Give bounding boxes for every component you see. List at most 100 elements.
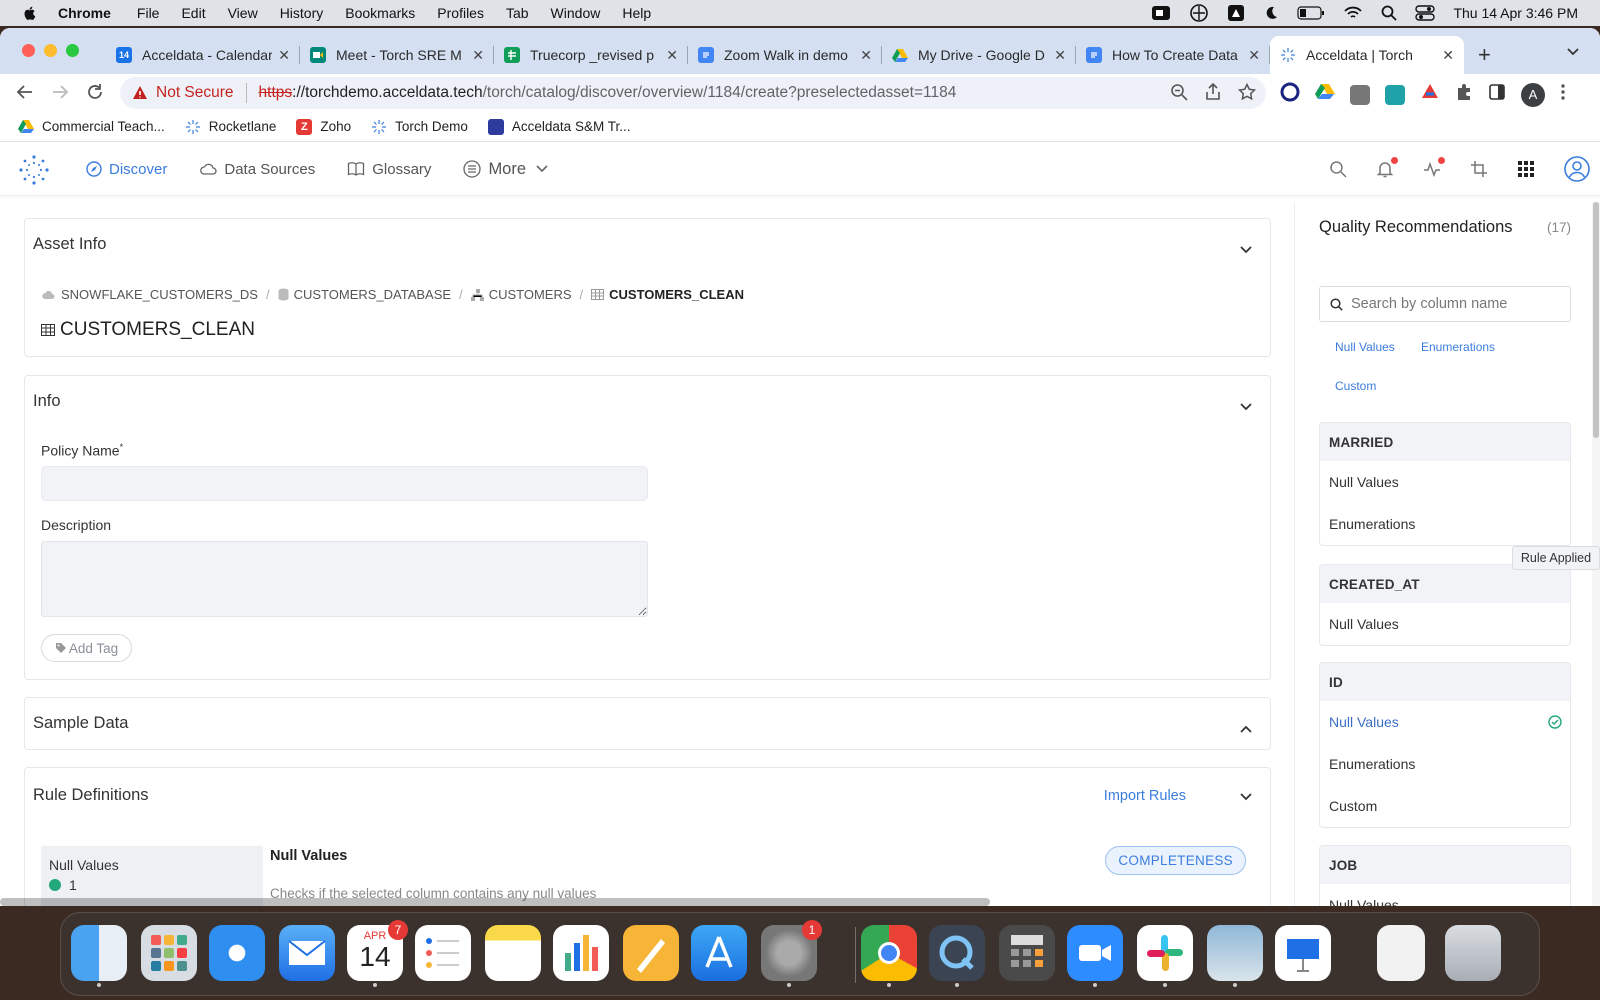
extension-arrow-icon[interactable] xyxy=(1420,82,1440,107)
browser-tab[interactable]: Truecorp _revised p ✕ xyxy=(494,36,688,74)
zoom-icon[interactable] xyxy=(1170,83,1188,106)
notes-icon[interactable] xyxy=(485,925,541,981)
browser-tab[interactable]: 14 Acceldata - Calendar ✕ xyxy=(106,36,300,74)
browser-tab[interactable]: How To Create Data ✕ xyxy=(1076,36,1270,74)
screen-record-icon[interactable] xyxy=(1151,4,1171,22)
wifi-icon[interactable] xyxy=(1343,5,1363,21)
close-tab-icon[interactable]: ✕ xyxy=(1442,47,1454,64)
slack-icon[interactable] xyxy=(1137,925,1193,981)
recommendation-item[interactable]: Null Values xyxy=(1320,603,1570,645)
apple-icon[interactable] xyxy=(22,5,38,21)
recommendation-item[interactable]: Enumerations xyxy=(1320,503,1570,545)
close-tab-icon[interactable]: ✕ xyxy=(278,47,290,64)
sample-data-title[interactable]: Sample Data xyxy=(33,714,128,733)
bookmark-item[interactable]: Rocketlane xyxy=(185,119,276,135)
search-icon[interactable] xyxy=(1329,160,1347,178)
share-icon[interactable] xyxy=(1204,82,1222,106)
user-avatar-icon[interactable] xyxy=(1564,156,1590,182)
filter-enumerations[interactable]: Enumerations xyxy=(1421,340,1495,354)
drive-status-icon[interactable] xyxy=(1227,4,1245,22)
torch-logo-icon[interactable] xyxy=(18,154,50,186)
focus-moon-icon[interactable] xyxy=(1263,5,1279,21)
trash-icon[interactable] xyxy=(1445,925,1501,981)
chrome-icon[interactable] xyxy=(861,925,917,981)
recommendation-item[interactable]: Null Values xyxy=(1320,884,1570,906)
asset-info-title[interactable]: Asset Info xyxy=(33,235,106,254)
vpn-icon[interactable] xyxy=(1189,3,1209,23)
reload-icon[interactable] xyxy=(86,83,104,106)
reminders-icon[interactable] xyxy=(415,925,471,981)
bookmark-item[interactable]: Commercial Teach... xyxy=(18,119,165,135)
drive-extension-icon[interactable] xyxy=(1315,83,1335,106)
side-panel-icon[interactable] xyxy=(1488,83,1506,106)
forward-arrow-icon[interactable] xyxy=(51,83,69,106)
recommendation-item[interactable]: Custom xyxy=(1320,785,1570,827)
menu-tab[interactable]: Tab xyxy=(506,5,529,21)
apps-grid-icon[interactable] xyxy=(1517,160,1535,178)
calculator-icon[interactable] xyxy=(999,925,1055,981)
close-tab-icon[interactable]: ✕ xyxy=(1248,47,1260,64)
menu-window[interactable]: Window xyxy=(551,5,601,21)
chevron-down-icon[interactable] xyxy=(1240,788,1252,806)
close-tab-icon[interactable]: ✕ xyxy=(472,47,484,64)
chevron-down-icon[interactable] xyxy=(1240,398,1252,416)
description-textarea[interactable] xyxy=(41,541,648,617)
extension-gray-icon[interactable] xyxy=(1350,84,1370,105)
bookmark-item[interactable]: Acceldata S&M Tr... xyxy=(487,118,630,135)
info-title[interactable]: Info xyxy=(33,392,61,411)
spotlight-search-icon[interactable] xyxy=(1381,5,1398,21)
chrome-menu-icon[interactable] xyxy=(1560,83,1566,106)
rule-list-item[interactable]: Null Values 1 xyxy=(41,846,263,906)
extension-teal-icon[interactable] xyxy=(1385,84,1405,105)
menu-help[interactable]: Help xyxy=(622,5,651,21)
browser-tab[interactable]: Meet - Torch SRE M ✕ xyxy=(300,36,494,74)
horizontal-scrollbar[interactable] xyxy=(0,898,990,906)
crumb-database[interactable]: CUSTOMERS_DATABASE xyxy=(278,287,451,302)
close-tab-icon[interactable]: ✕ xyxy=(666,47,678,64)
extensions-puzzle-icon[interactable] xyxy=(1455,83,1473,106)
recommendation-item-applied[interactable]: Null Values xyxy=(1320,701,1570,743)
tab-search-chevron-icon[interactable] xyxy=(1566,44,1580,62)
policy-name-input[interactable] xyxy=(41,466,648,501)
zoom-app-icon[interactable] xyxy=(1067,925,1123,981)
nav-data-sources[interactable]: Data Sources xyxy=(199,161,315,178)
extension-circle-icon[interactable] xyxy=(1280,82,1300,107)
add-tag-button[interactable]: Add Tag xyxy=(41,634,132,662)
menu-view[interactable]: View xyxy=(228,5,258,21)
browser-tab-active[interactable]: Acceldata | Torch ✕ xyxy=(1270,36,1464,74)
crop-icon[interactable] xyxy=(1470,160,1488,178)
close-tab-icon[interactable]: ✕ xyxy=(1054,47,1066,64)
keynote-icon[interactable] xyxy=(1275,925,1331,981)
address-bar[interactable]: Not Secure https://torchdemo.acceldata.t… xyxy=(120,77,1266,109)
recommendation-item[interactable]: Null Values xyxy=(1320,461,1570,503)
launchpad-icon[interactable] xyxy=(141,925,197,981)
filter-null-values[interactable]: Null Values xyxy=(1335,340,1395,354)
app-store-icon[interactable] xyxy=(691,925,747,981)
nav-glossary[interactable]: Glossary xyxy=(347,161,431,178)
mail-icon[interactable] xyxy=(279,925,335,981)
menu-bookmarks[interactable]: Bookmarks xyxy=(345,5,415,21)
column-search-input[interactable]: Search by column name xyxy=(1319,286,1571,322)
menu-history[interactable]: History xyxy=(280,5,324,21)
notifications-bell-icon[interactable] xyxy=(1376,157,1398,178)
numbers-icon[interactable] xyxy=(553,925,609,981)
minimize-window-button[interactable] xyxy=(44,44,57,57)
chevron-up-icon[interactable] xyxy=(1240,720,1252,738)
close-tab-icon[interactable]: ✕ xyxy=(860,47,872,64)
menu-profiles[interactable]: Profiles xyxy=(437,5,484,21)
back-arrow-icon[interactable] xyxy=(16,83,34,106)
menu-app-name[interactable]: Chrome xyxy=(58,5,111,21)
menu-edit[interactable]: Edit xyxy=(181,5,205,21)
calendar-icon[interactable]: APR 14 7 xyxy=(347,920,408,981)
recommendation-item[interactable]: Enumerations xyxy=(1320,743,1570,785)
bookmark-star-icon[interactable] xyxy=(1237,82,1257,106)
documents-folder-icon[interactable] xyxy=(1377,925,1425,981)
bookmark-item[interactable]: Z Zoho xyxy=(296,118,351,135)
menu-clock[interactable]: Thu 14 Apr 3:46 PM xyxy=(1453,5,1578,21)
maximize-window-button[interactable] xyxy=(66,44,79,57)
quicktime-icon[interactable] xyxy=(929,925,985,981)
menu-file[interactable]: File xyxy=(137,5,160,21)
not-secure-label[interactable]: Not Secure xyxy=(156,84,234,102)
chevron-down-icon[interactable] xyxy=(1240,241,1252,259)
profile-avatar[interactable]: A xyxy=(1521,82,1545,107)
